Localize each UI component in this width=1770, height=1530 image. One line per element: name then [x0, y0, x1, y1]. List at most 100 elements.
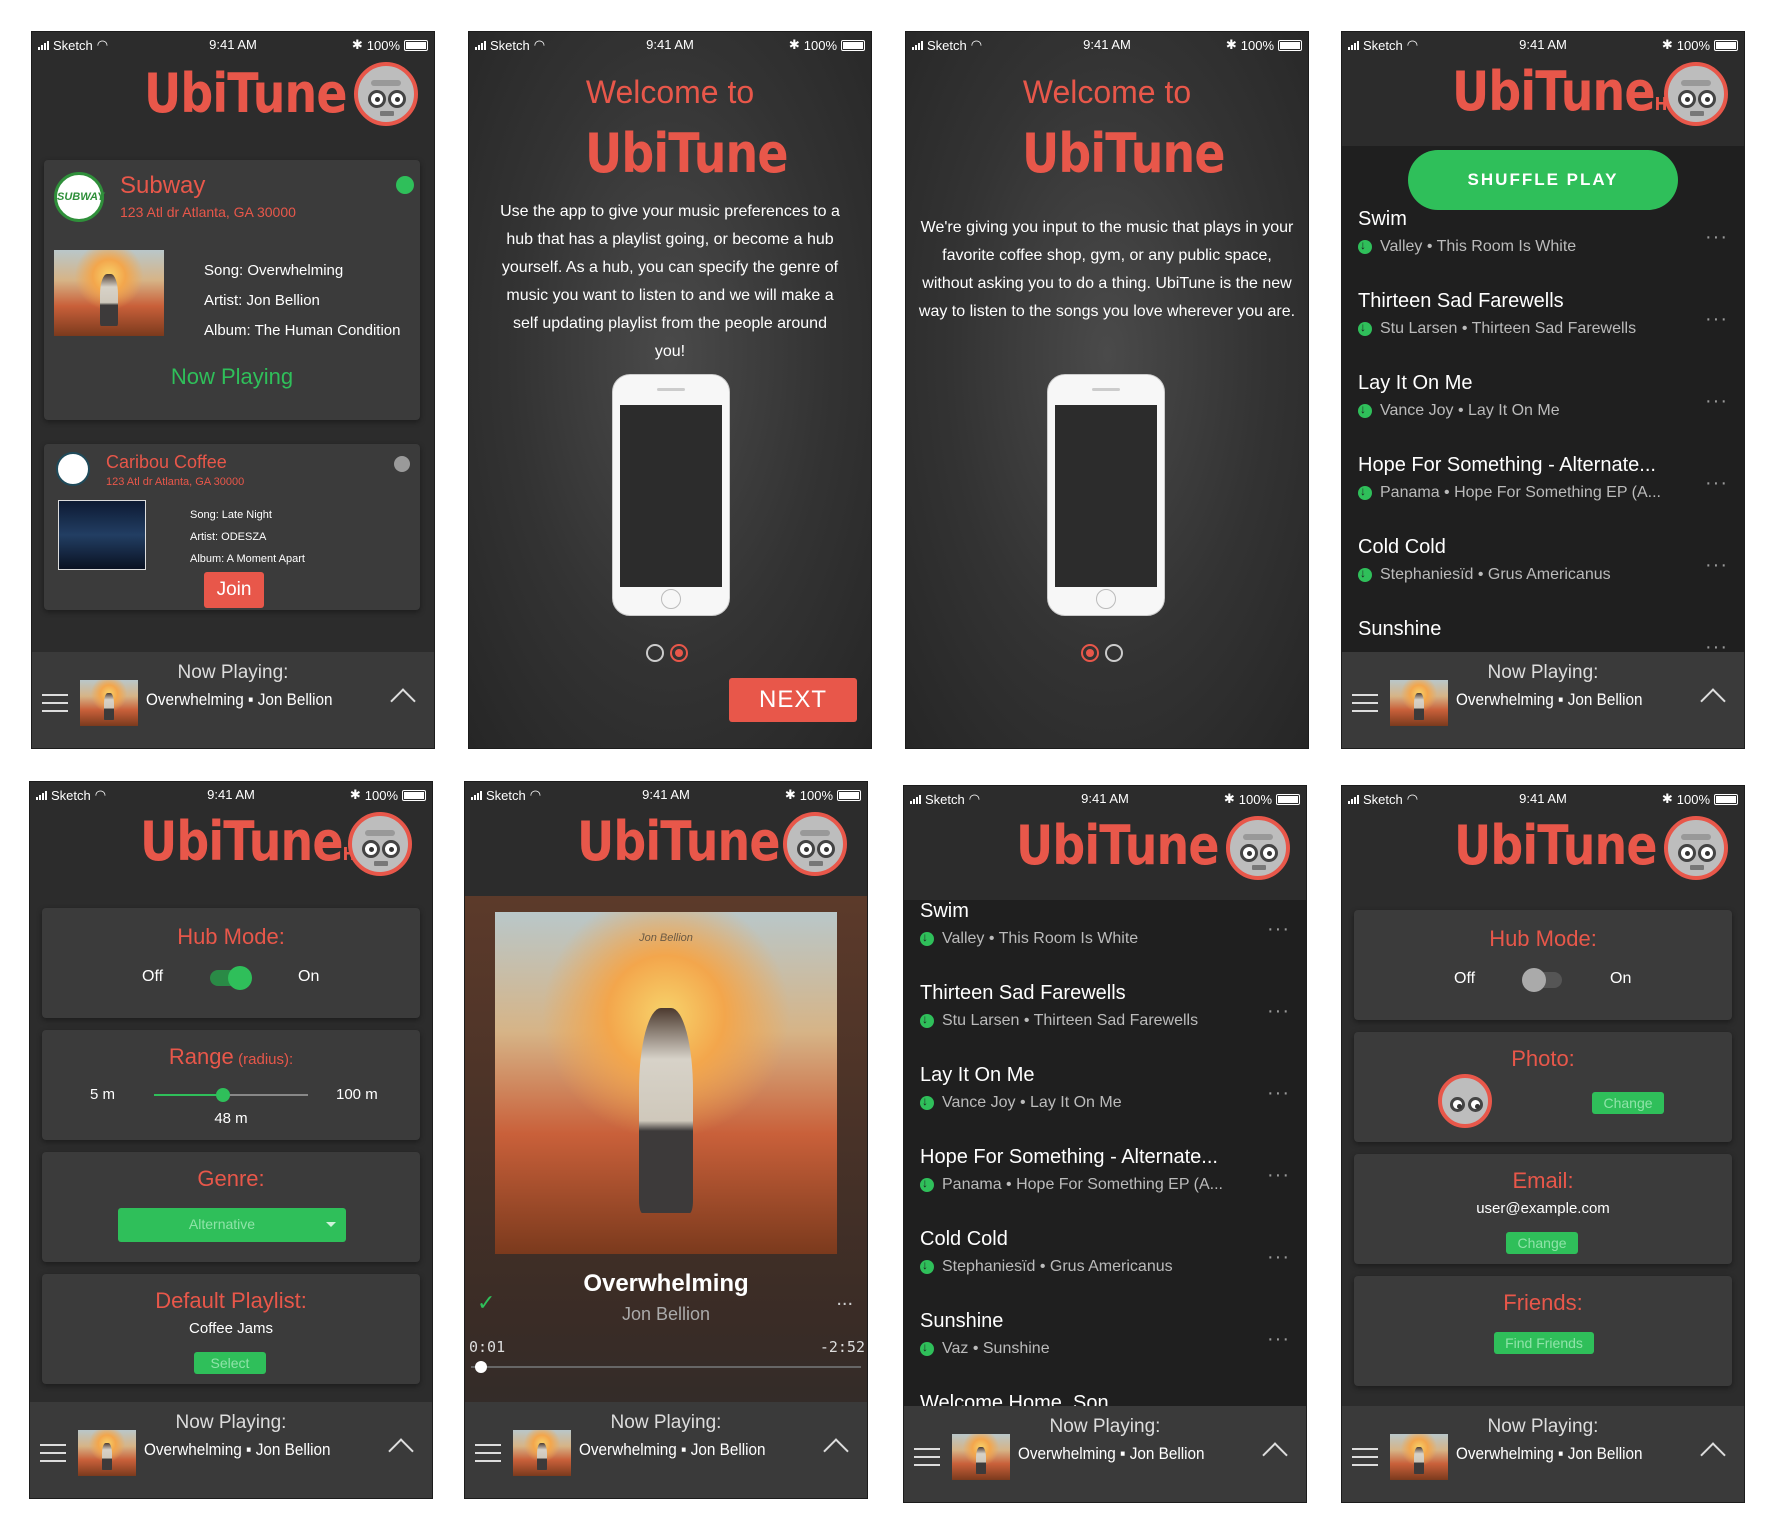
track-list: SwimValley • This Room Is White··· Thirt…: [904, 892, 1306, 1466]
caribou-logo: [56, 452, 90, 486]
chevron-up-icon[interactable]: [1262, 1442, 1288, 1468]
on-label: On: [298, 968, 320, 985]
change-email-button[interactable]: Change: [1506, 1232, 1578, 1254]
select-button[interactable]: Select: [194, 1352, 266, 1374]
join-button[interactable]: Join: [204, 572, 264, 608]
now-playing-track: Overwhelming ▪ Jon Bellion: [1018, 1444, 1205, 1463]
find-friends-button[interactable]: Find Friends: [1494, 1332, 1594, 1354]
page-dot-1[interactable]: [1081, 644, 1099, 662]
chevron-up-icon[interactable]: [1700, 1442, 1726, 1468]
menu-icon[interactable]: [475, 1444, 501, 1468]
more-icon[interactable]: ···: [1267, 1246, 1290, 1269]
app-logo: UbiTuneHub: [1452, 60, 1689, 123]
screen-hub-playlist: Sketch◠ 9:41 AM ✱100% UbiTuneHub SHUFFLE…: [1342, 32, 1744, 748]
chevron-up-icon[interactable]: [823, 1438, 849, 1464]
venue-name: Subway: [120, 172, 206, 199]
mini-album-art: [1390, 1434, 1448, 1480]
more-icon[interactable]: ···: [1705, 554, 1728, 577]
app-header: UbiTune: [32, 56, 434, 146]
downloaded-icon: [920, 1340, 934, 1356]
song-label: Song: Late Night: [190, 509, 272, 521]
track-row[interactable]: Hope For Something - Alternate...Panama …: [1342, 446, 1744, 528]
page-dot-1[interactable]: [646, 644, 664, 662]
more-icon[interactable]: ···: [1267, 1082, 1290, 1105]
track-row[interactable]: Cold ColdStephaniesïd • Grus Americanus·…: [1342, 528, 1744, 610]
now-playing-bar[interactable]: Now Playing: Overwhelming ▪ Jon Bellion: [1342, 652, 1744, 748]
venue-card-caribou[interactable]: Caribou Coffee 123 Atl dr Atlanta, GA 30…: [44, 444, 420, 610]
track-row[interactable]: Lay It On MeVance Joy • Lay It On Me···: [1342, 364, 1744, 446]
track-row[interactable]: Hope For Something - Alternate...Panama …: [904, 1138, 1306, 1220]
more-icon[interactable]: ···: [1705, 472, 1728, 495]
now-playing-bar[interactable]: Now Playing: Overwhelming ▪ Jon Bellion: [1342, 1406, 1744, 1502]
now-playing-bar[interactable]: Now Playing: Overwhelming ▪ Jon Bellion: [32, 652, 434, 748]
track-row[interactable]: SunshineVaz • Sunshine···: [904, 1302, 1306, 1384]
more-icon[interactable]: ···: [1705, 308, 1728, 331]
photo-title: Photo:: [1511, 1046, 1575, 1071]
now-playing-bar[interactable]: Now Playing: Overwhelming ▪ Jon Bellion: [465, 1402, 867, 1498]
more-icon[interactable]: ···: [1267, 1328, 1290, 1351]
menu-icon[interactable]: [40, 1444, 66, 1468]
track-row[interactable]: Lay It On MeVance Joy • Lay It On Me···: [904, 1056, 1306, 1138]
change-photo-button[interactable]: Change: [1592, 1092, 1664, 1114]
battery-percent: 100%: [1676, 37, 1710, 53]
battery-icon: [1714, 39, 1738, 51]
next-button[interactable]: NEXT: [729, 678, 857, 722]
menu-icon[interactable]: [42, 694, 68, 718]
screen-home: Sketch ◠ 9:41 AM ✱ 100% UbiTune SUBWAY Sub…: [32, 32, 434, 748]
mini-album-art: [952, 1434, 1010, 1480]
genre-dropdown[interactable]: Alternative: [118, 1208, 346, 1242]
more-icon[interactable]: ···: [1705, 226, 1728, 249]
battery-icon: [1278, 39, 1302, 51]
downloaded-icon: [920, 1258, 934, 1274]
now-playing-track: Overwhelming ▪ Jon Bellion: [144, 1440, 331, 1459]
chevron-up-icon[interactable]: [390, 688, 416, 714]
progress-thumb[interactable]: [474, 1361, 487, 1373]
chevron-up-icon[interactable]: [1700, 688, 1726, 714]
track-row[interactable]: SwimValley • This Room Is White···: [904, 892, 1306, 974]
mini-album-art: [80, 680, 138, 726]
menu-icon[interactable]: [1352, 1448, 1378, 1472]
now-playing-bar[interactable]: Now Playing: Overwhelming ▪ Jon Bellion: [904, 1406, 1306, 1502]
screen-hub-settings: Sketch◠ 9:41 AM ✱100% UbiTuneHub Hub Mod…: [30, 782, 432, 1498]
page-dot-2[interactable]: [1105, 644, 1123, 662]
slider-thumb[interactable]: [216, 1088, 231, 1102]
menu-icon[interactable]: [1352, 694, 1378, 718]
more-icon[interactable]: ···: [1705, 390, 1728, 413]
hub-mode-card: Hub Mode: Off On: [42, 908, 420, 1018]
chevron-up-icon[interactable]: [388, 1438, 414, 1464]
genre-title: Genre:: [197, 1166, 265, 1191]
hub-mode-toggle[interactable]: [210, 966, 252, 990]
range-slider[interactable]: [154, 1088, 308, 1102]
profile-avatar[interactable]: [1664, 62, 1728, 126]
hub-mode-title: Hub Mode:: [177, 924, 285, 949]
page-dot-2[interactable]: [670, 644, 688, 662]
track-row[interactable]: Thirteen Sad FarewellsStu Larsen • Thirt…: [1342, 282, 1744, 364]
more-icon[interactable]: ···: [1267, 1000, 1290, 1023]
album-art: [54, 250, 164, 336]
status-bar: Sketch ◠ 9:41 AM ✱ 100%: [904, 786, 1306, 810]
album-art: [58, 500, 146, 570]
profile-avatar[interactable]: [1226, 816, 1290, 880]
menu-icon[interactable]: [914, 1448, 940, 1472]
venue-card-subway[interactable]: SUBWAY Subway 123 Atl dr Atlanta, GA 300…: [44, 160, 420, 420]
profile-avatar[interactable]: [783, 812, 847, 876]
now-playing-bar[interactable]: Now Playing: Overwhelming ▪ Jon Bellion: [30, 1402, 432, 1498]
range-title: Range (radius):: [168, 1044, 294, 1069]
battery-percent: 100%: [803, 37, 837, 53]
page-indicator[interactable]: [1081, 644, 1123, 662]
track-row[interactable]: Thirteen Sad FarewellsStu Larsen • Thirt…: [904, 974, 1306, 1056]
page-indicator[interactable]: [646, 644, 688, 662]
track-row[interactable]: SwimValley • This Room Is White···: [1342, 200, 1744, 282]
progress-bar[interactable]: [471, 1361, 861, 1373]
more-icon[interactable]: ···: [1267, 1164, 1290, 1187]
more-icon[interactable]: ···: [1267, 918, 1290, 941]
more-icon[interactable]: ...: [836, 1288, 853, 1311]
track-row[interactable]: Cold ColdStephaniesïd • Grus Americanus·…: [904, 1220, 1306, 1302]
profile-avatar[interactable]: [354, 62, 418, 126]
profile-avatar[interactable]: [348, 812, 412, 876]
saved-check-icon[interactable]: ✓: [477, 1290, 495, 1316]
email-card: Email: user@example.com Change: [1354, 1154, 1732, 1264]
mini-album-art: [78, 1430, 136, 1476]
profile-avatar[interactable]: [1664, 816, 1728, 880]
hub-mode-toggle[interactable]: [1522, 968, 1562, 992]
